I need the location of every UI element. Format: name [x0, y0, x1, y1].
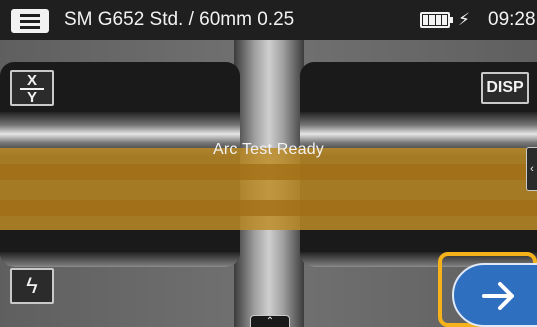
chevron-up-icon: ⌃	[265, 316, 275, 327]
disp-button[interactable]: DISP	[481, 72, 529, 104]
chevron-left-icon: ‹	[530, 163, 534, 175]
hamburger-menu-icon[interactable]	[11, 9, 49, 33]
bottom-panel-tab[interactable]: ⌃	[250, 315, 290, 327]
xy-label-x: X	[26, 72, 37, 89]
status-message: Arc Test Ready	[213, 141, 324, 158]
side-panel-tab[interactable]: ‹	[526, 147, 537, 191]
clock: 09:28	[488, 9, 536, 30]
arc-band	[0, 148, 537, 230]
arrow-right-icon	[482, 282, 514, 310]
xy-label-y: Y	[26, 89, 37, 106]
status-bar: SM G652 Std. / 60mm 0.25 ⚡︎ 09:28	[0, 0, 537, 40]
lightning-bolt-icon: ϟ	[26, 273, 38, 298]
arc-button[interactable]: ϟ	[10, 268, 54, 304]
lightning-icon: ⚡︎	[458, 10, 470, 29]
next-button[interactable]	[452, 263, 537, 327]
xy-view-button[interactable]: X Y	[10, 70, 54, 106]
splicer-screen: SM G652 Std. / 60mm 0.25 ⚡︎ 09:28 Arc Te…	[0, 0, 537, 327]
battery-full-icon	[420, 12, 454, 28]
splice-program-title: SM G652 Std. / 60mm 0.25	[64, 9, 295, 30]
